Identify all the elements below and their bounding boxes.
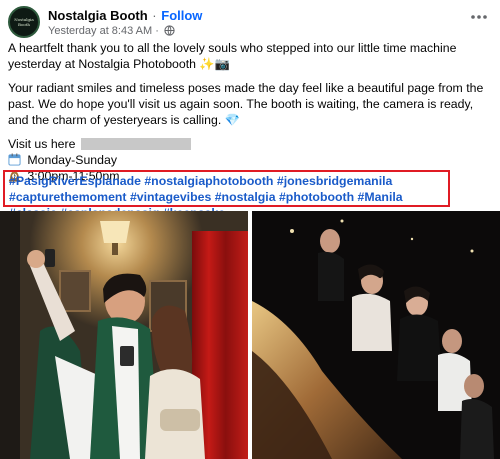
follow-button[interactable]: Follow (161, 8, 202, 23)
hashtag[interactable]: #nostalgiaphotobooth (144, 174, 273, 188)
hashtag[interactable]: #nostalgia (215, 190, 276, 204)
days-line: Monday-Sunday (8, 152, 492, 168)
calendar-icon (8, 153, 21, 166)
hashtag-highlight-box: #PasigRiverEsplanade #nostalgiaphotoboot… (3, 170, 450, 220)
hashtag[interactable]: #photobooth (279, 190, 354, 204)
post-header: Nostalgia Booth Nostalgia Booth · Follow… (8, 6, 492, 40)
globe-icon[interactable] (164, 25, 175, 36)
post-paragraph-invite: Your radiant smiles and timeless poses m… (8, 81, 484, 127)
name-separator: · (152, 8, 157, 23)
timestamp-separator: · (155, 25, 159, 37)
avatar-logo-text: Nostalgia Booth (14, 17, 34, 27)
hashtag[interactable]: #jonesbridgemanila (277, 174, 393, 188)
redacted-link[interactable] (80, 138, 191, 150)
post-text: A heartfelt thank you to all the lovely … (8, 40, 492, 184)
hashtag[interactable]: #vintagevibes (130, 190, 211, 204)
page-avatar[interactable]: Nostalgia Booth (8, 6, 40, 38)
name-line: Nostalgia Booth · Follow (48, 8, 202, 23)
post-photo-crowd[interactable] (252, 211, 500, 459)
more-options-icon[interactable] (468, 10, 490, 24)
post-paragraph-thanks: A heartfelt thank you to all the lovely … (8, 41, 457, 71)
hashtag[interactable]: #Manila (358, 190, 403, 204)
selfie-photo-illustration (0, 211, 248, 459)
post-timestamp[interactable]: Yesterday at 8:43 AM (48, 25, 152, 37)
visit-label: Visit us here (8, 137, 76, 151)
hashtag[interactable]: #capturethemoment (9, 190, 127, 204)
visit-line: Visit us here (8, 136, 492, 152)
open-days: Monday-Sunday (27, 153, 117, 167)
page-name[interactable]: Nostalgia Booth (48, 8, 148, 23)
crowd-photo-illustration (252, 211, 500, 459)
post-meta: Yesterday at 8:43 AM · (48, 25, 175, 37)
hashtag[interactable]: #PasigRiverEsplanade (9, 174, 141, 188)
post-photo-selfie[interactable] (0, 211, 248, 459)
